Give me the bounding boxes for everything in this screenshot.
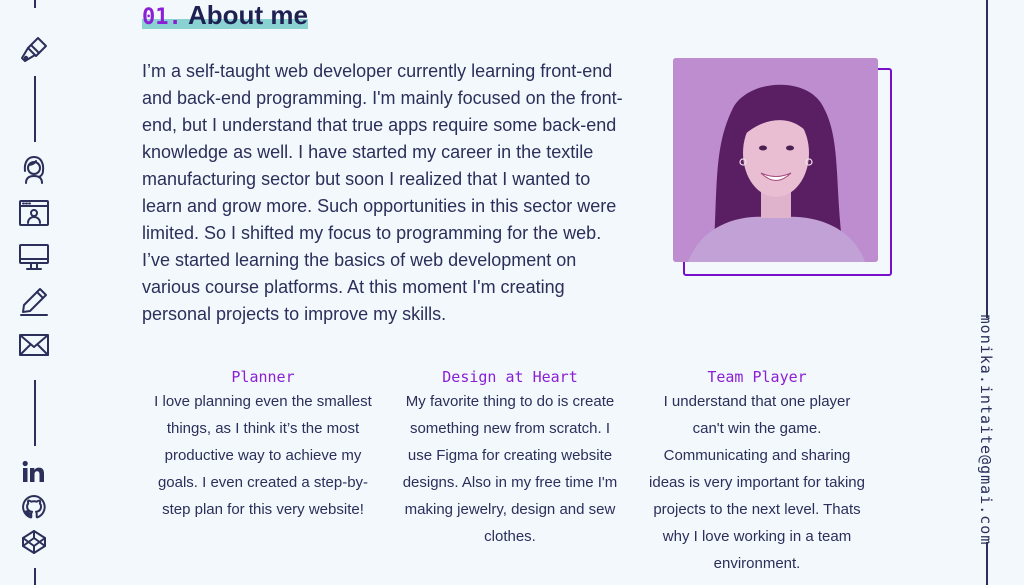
profile-photo — [673, 58, 878, 262]
trait-title: Planner — [231, 368, 295, 386]
left-rail-line-top — [34, 0, 36, 8]
browser-portfolio-icon[interactable] — [17, 196, 51, 230]
left-rail-line-1 — [34, 76, 36, 142]
section-number: 01. — [142, 5, 182, 30]
mail-icon[interactable] — [17, 328, 51, 362]
trait-card-team: Team Player I understand that one player… — [647, 366, 867, 577]
trait-text: I love planning even the smallest things… — [154, 393, 372, 518]
linkedin-icon[interactable] — [17, 455, 51, 489]
trait-card-planner: Planner I love planning even the smalles… — [153, 366, 373, 523]
trait-card-design: Design at Heart My favorite thing to do … — [400, 366, 620, 550]
right-rail-line-top — [986, 0, 988, 318]
codepen-icon[interactable] — [17, 525, 51, 559]
trait-text: I understand that one player can't win t… — [649, 393, 865, 572]
woman-avatar-icon[interactable] — [17, 152, 51, 186]
brush-icon[interactable] — [17, 33, 51, 67]
left-rail-line-2 — [34, 380, 36, 446]
trait-title: Team Player — [707, 368, 807, 386]
desktop-monitor-icon[interactable] — [17, 240, 51, 274]
right-rail-line-bottom — [986, 542, 988, 585]
trait-text: My favorite thing to do is create someth… — [402, 393, 618, 545]
email-link[interactable]: monika.intaite@gmai.com — [977, 315, 995, 546]
github-icon[interactable] — [17, 490, 51, 524]
section-title: About me — [188, 0, 308, 30]
trait-title: Design at Heart — [442, 368, 578, 386]
section-heading: 01. About me — [142, 0, 308, 31]
intro-paragraph: I’m a self-taught web developer currentl… — [142, 61, 623, 324]
left-rail-line-bottom — [34, 568, 36, 585]
pencil-icon[interactable] — [17, 284, 51, 318]
